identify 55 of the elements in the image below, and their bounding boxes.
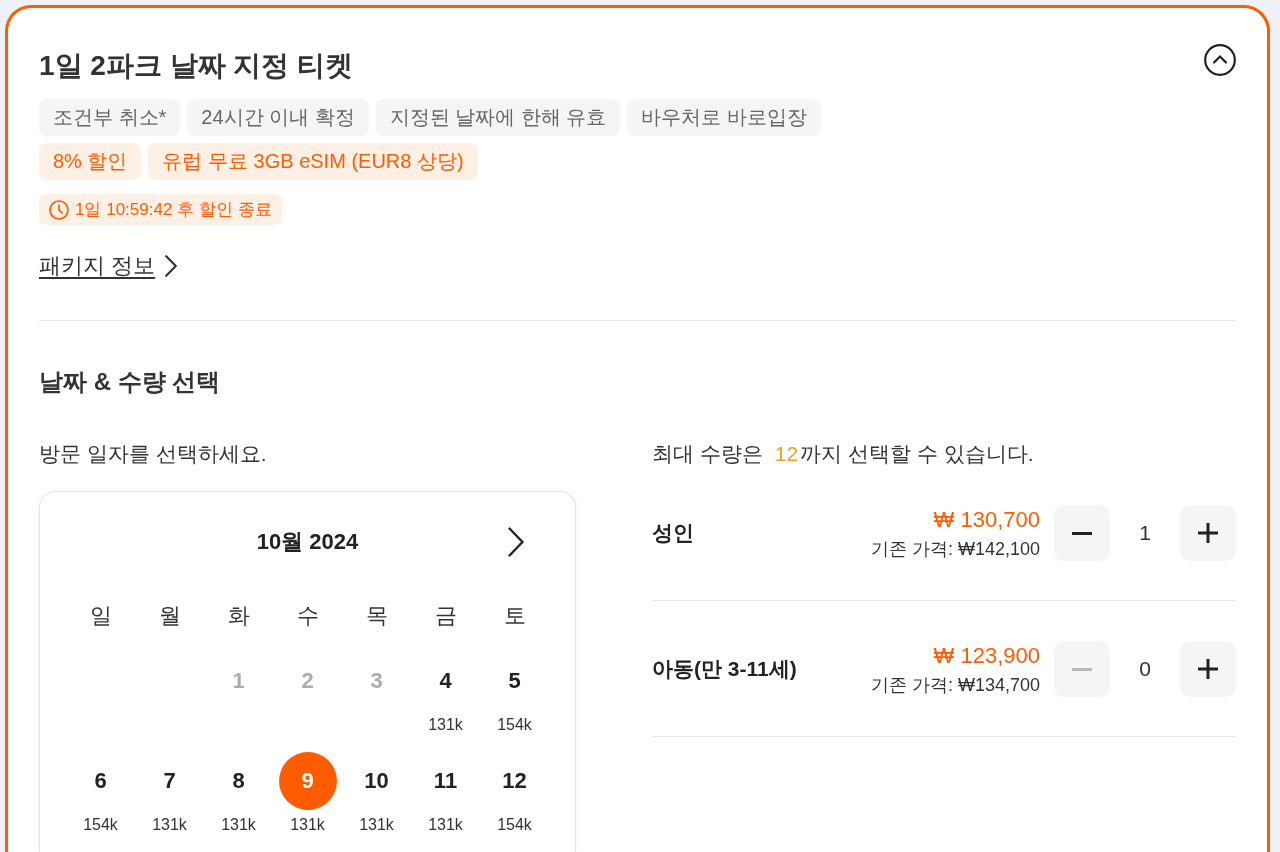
section-title: 날짜 & 수량 선택 [39,367,221,397]
chevron-right-icon [508,527,524,557]
product-title: 1일 2파크 날짜 지정 티켓 [39,49,354,83]
promo-tag: 유럽 무료 3GB eSIM (EUR8 상당) [148,143,478,180]
calendar-day[interactable]: 10 [347,752,406,810]
quantity-value: 0 [1138,656,1152,682]
calendar-day[interactable]: 8 [209,752,268,810]
minus-icon [1072,667,1092,671]
countdown-text: 1일 10:59:42 후 할인 종료 [75,199,272,221]
weekday-label: 목 [365,602,388,630]
weekday-label: 수 [296,602,319,630]
weekday-label: 금 [434,602,457,630]
package-info-link[interactable]: 패키지 정보 [39,252,178,280]
original-price: 기존 가격: ₩134,700 [870,673,1040,697]
calendar-day[interactable]: 5 [485,652,544,710]
increment-button[interactable] [1180,641,1236,697]
day-price: 131k [221,815,256,835]
day-price: 154k [497,715,532,735]
plus-icon [1198,659,1218,679]
day-price: 131k [359,815,394,835]
day-price: 131k [428,815,463,835]
increment-button[interactable] [1180,505,1236,561]
calendar-day[interactable]: 12 [485,752,544,810]
chevron-right-icon [165,255,178,277]
collapse-button[interactable] [1204,44,1236,76]
calendar-day[interactable]: 11 [416,752,475,810]
calendar-day[interactable]: 6 [71,752,130,810]
weekday-label: 화 [227,602,250,630]
day-price: 131k [152,815,187,835]
feature-tag: 바우처로 바로입장 [627,99,821,136]
weekday-label: 일 [89,602,112,630]
day-price: 131k [428,715,463,735]
ticket-type-label: 성인 [652,520,695,546]
month-title: 10월 2024 [256,528,359,556]
day-price: 131k [290,815,325,835]
weekday-label: 토 [503,602,526,630]
calendar-day[interactable]: 7 [140,752,199,810]
calendar-day[interactable]: 4 [416,652,475,710]
feature-tag: 24시간 이내 확정 [187,99,369,136]
sale-price: ₩ 123,900 [933,641,1040,670]
day-price: 154k [83,815,118,835]
weekday-label: 월 [158,602,181,630]
day-price: 154k [497,815,532,835]
feature-tag: 조건부 취소* [39,99,181,136]
max-quantity-note: 최대 수량은 12까지 선택할 수 있습니다. [652,441,1034,467]
minus-icon [1072,531,1092,535]
sale-price: ₩ 130,700 [933,505,1040,534]
quantity-value: 1 [1138,520,1152,546]
ticket-type-label: 아동(만 3-11세) [652,656,798,682]
clock-icon [49,199,69,220]
feature-tag: 지정된 날짜에 한해 유효 [375,99,621,136]
plus-icon [1198,523,1218,543]
promo-tag: 8% 할인 [39,143,142,180]
date-prompt: 방문 일자를 선택하세요. [39,441,267,467]
original-price: 기존 가격: ₩142,100 [870,537,1040,561]
